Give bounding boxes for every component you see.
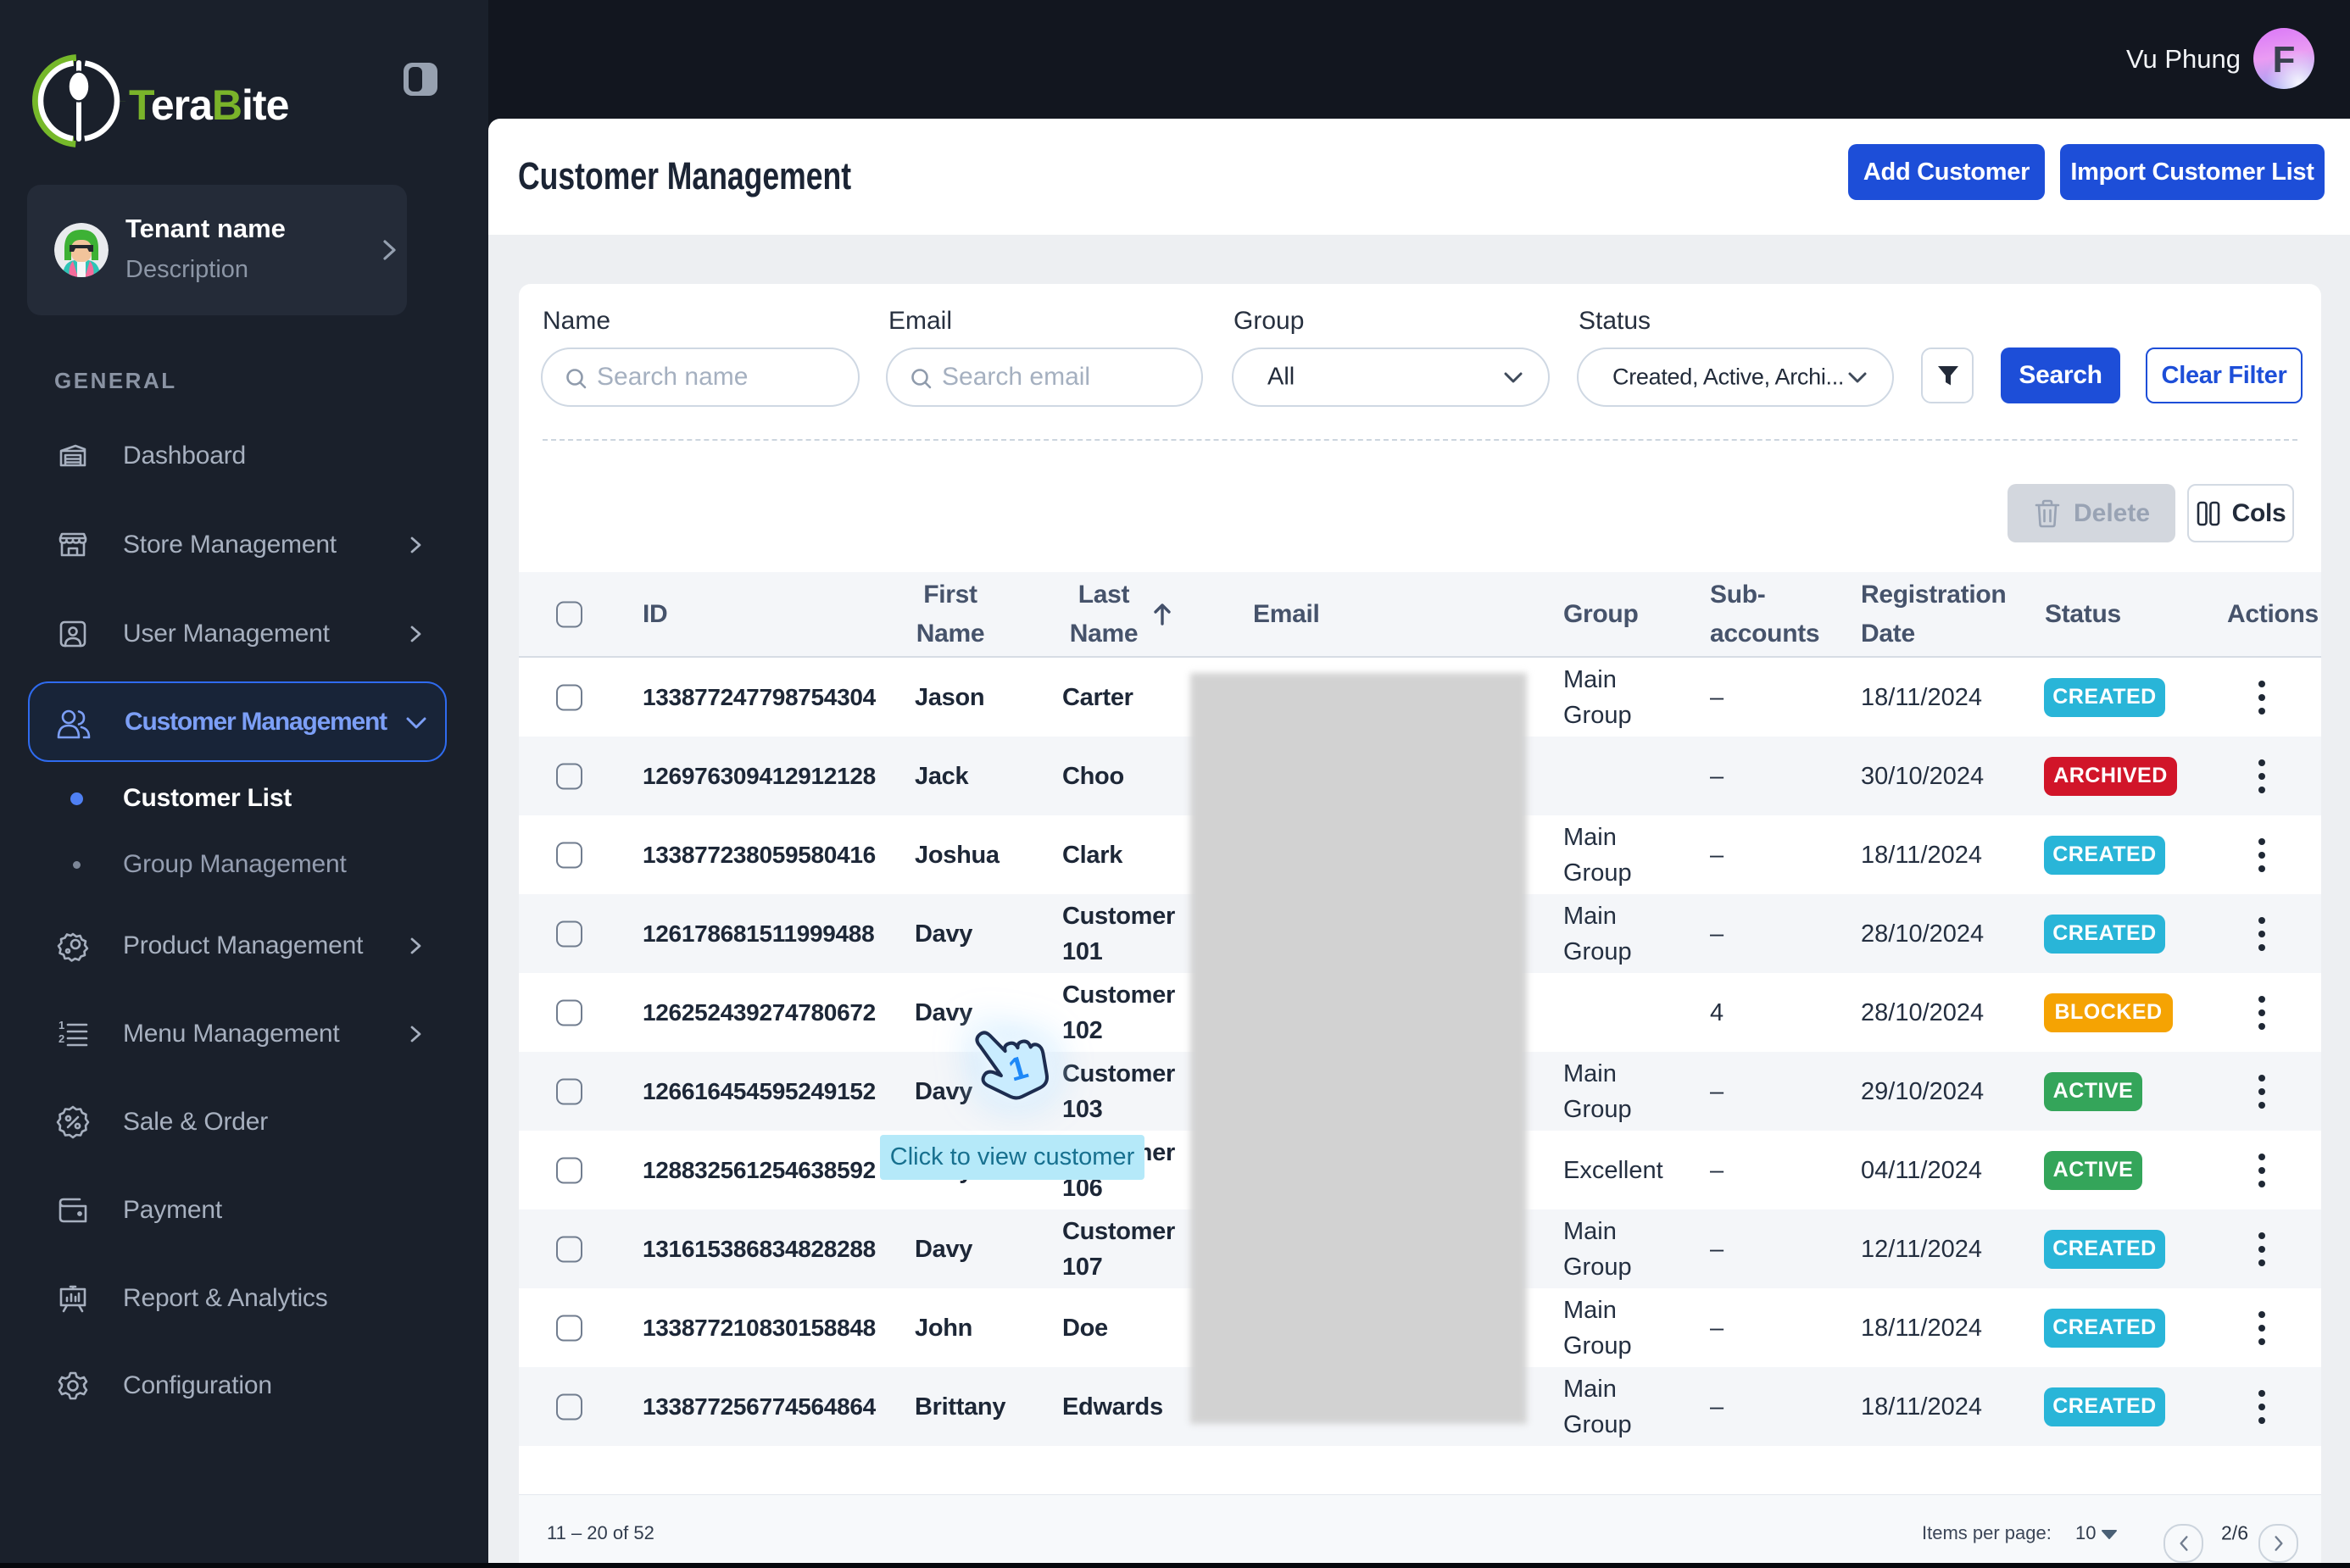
- svg-text:1: 1: [58, 1019, 64, 1031]
- svg-text:2: 2: [58, 1032, 64, 1045]
- svg-text:F: F: [2273, 39, 2296, 81]
